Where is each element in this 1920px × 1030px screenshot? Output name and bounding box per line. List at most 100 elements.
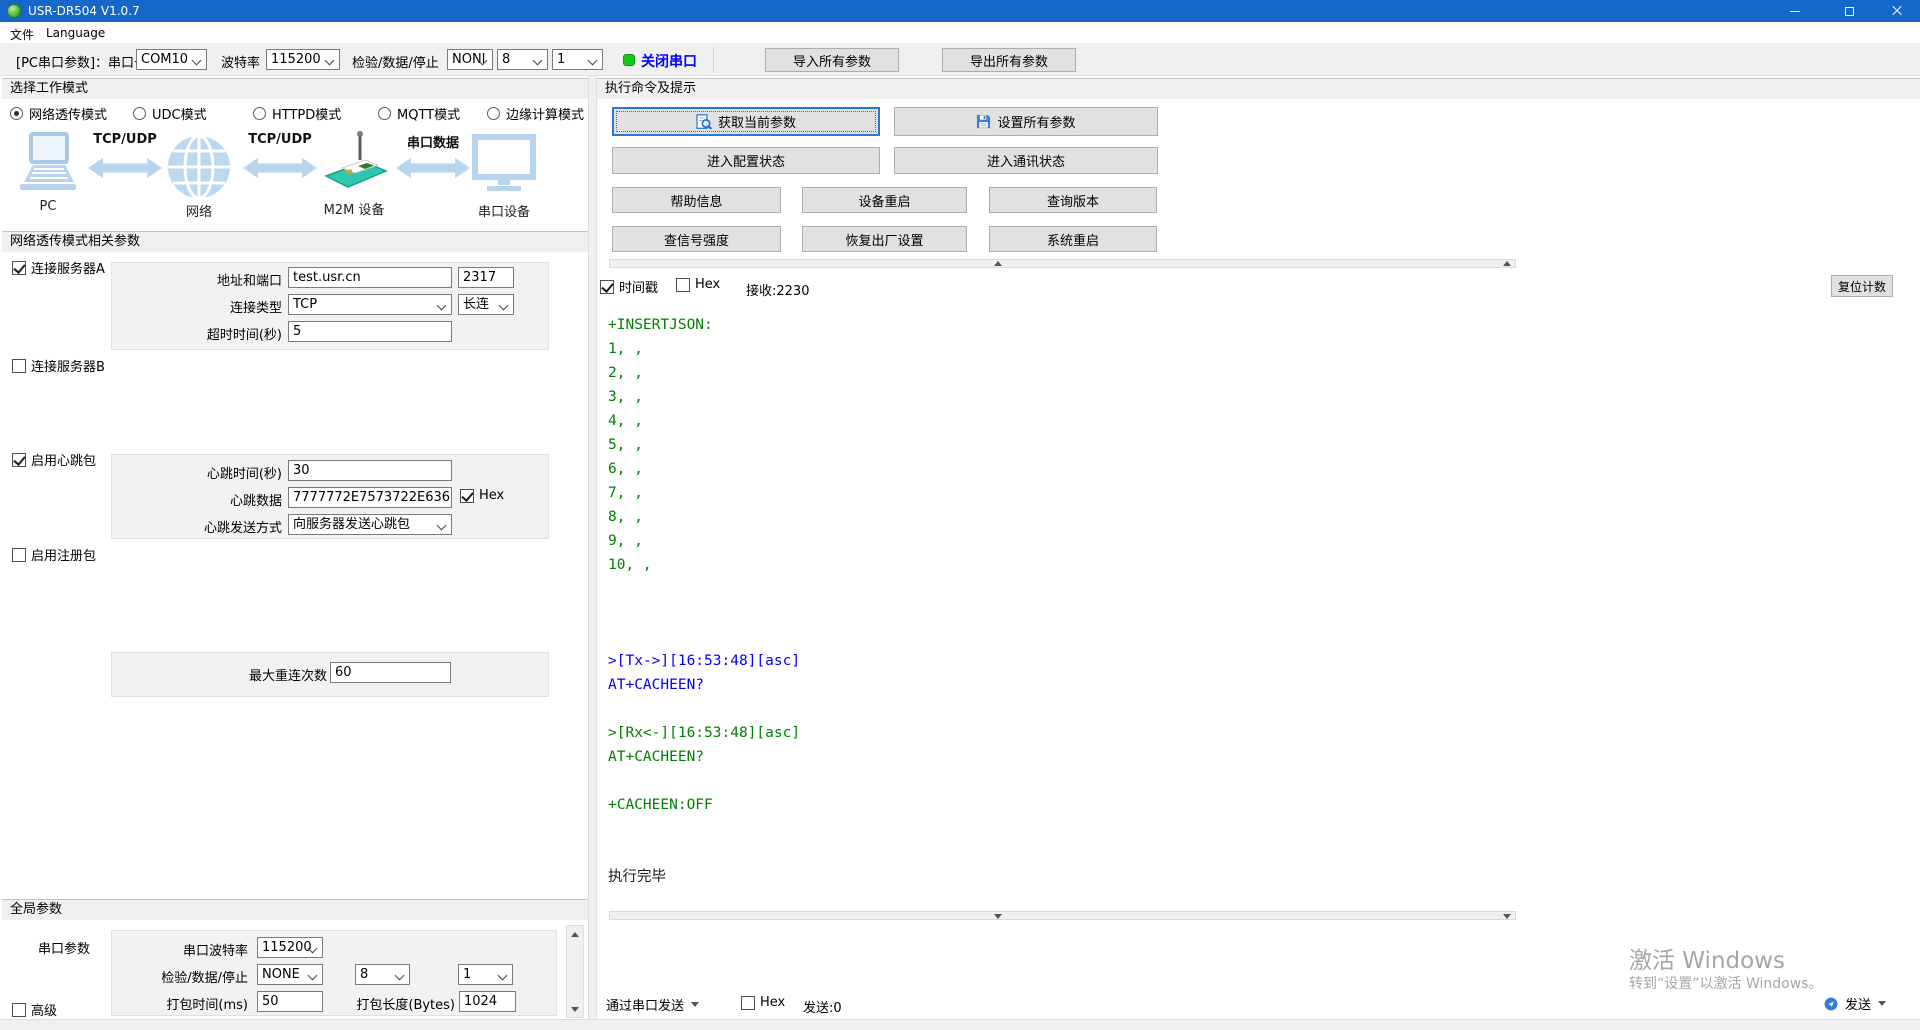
checkbox-box (460, 489, 474, 503)
get-params-button[interactable]: 获取当前参数 (612, 107, 880, 136)
timestamp-checkbox[interactable]: 时间戳 (600, 277, 658, 296)
recv-count-label: 接收:2230 (746, 280, 809, 299)
arrow-icon (396, 156, 470, 184)
help-button[interactable]: 帮助信息 (612, 187, 781, 213)
hb-mode-label: 心跳发送方式 (120, 517, 282, 536)
g-stopbits-select[interactable]: 1 (458, 964, 513, 985)
register-checkbox[interactable]: 启用注册包 (12, 545, 96, 564)
maximize-icon (1845, 7, 1854, 16)
set-params-button[interactable]: 设置所有参数 (894, 107, 1158, 136)
hb-time-input[interactable]: 30 (288, 460, 452, 481)
log-line: 10, , (608, 553, 1908, 577)
radio-httpd-mode[interactable]: HTTPD模式 (253, 104, 341, 123)
command-panel-header: 执行命令及提示 (597, 78, 1920, 99)
factory-reset-button[interactable]: 恢复出厂设置 (802, 226, 967, 252)
g-parity-select[interactable]: NONE (257, 964, 323, 985)
hb-hex-checkbox[interactable]: Hex (460, 488, 504, 503)
radio-edge-computing-mode[interactable]: 边缘计算模式 (487, 104, 584, 123)
enter-comm-button[interactable]: 进入通讯状态 (894, 147, 1158, 174)
radio-net-transparent-mode[interactable]: 网络透传模式 (10, 104, 107, 123)
keepalive-select[interactable]: 长连 (458, 294, 514, 315)
device-restart-button[interactable]: 设备重启 (802, 187, 967, 213)
com-port-select[interactable]: COM10 (136, 49, 207, 70)
minimize-icon (1790, 11, 1800, 12)
radio-label: 边缘计算模式 (506, 104, 584, 123)
import-params-button[interactable]: 导入所有参数 (765, 48, 899, 72)
export-params-button[interactable]: 导出所有参数 (942, 48, 1076, 72)
packlen-label: 打包长度(Bytes) (330, 994, 455, 1013)
reset-count-button[interactable]: 复位计数 (1831, 275, 1893, 297)
checkbox-label: 高级 (31, 1000, 57, 1019)
g-parity-label: 检验/数据/停止 (120, 967, 248, 986)
reconnect-input[interactable]: 60 (330, 662, 451, 683)
serial-node-label: 串口设备 (460, 201, 548, 220)
m2m-device-icon (318, 130, 390, 200)
log-hex-checkbox[interactable]: Hex (676, 277, 720, 292)
server-a-checkbox[interactable]: 连接服务器A (12, 258, 105, 277)
server-b-checkbox[interactable]: 连接服务器B (12, 356, 105, 375)
log-line: 7, , (608, 481, 1908, 505)
pc-node-label: PC (18, 199, 78, 214)
timeout-input[interactable]: 5 (288, 321, 452, 342)
network-node-label: 网络 (166, 201, 232, 220)
log-top-splitter[interactable] (609, 259, 1516, 268)
scroll-down-icon[interactable] (567, 1001, 583, 1017)
send-button[interactable]: 发送 (1824, 994, 1886, 1013)
send-hex-checkbox[interactable]: Hex (741, 995, 785, 1010)
radio-label: 网络透传模式 (29, 104, 107, 123)
reconnect-label: 最大重连次数 (165, 665, 327, 684)
splitter-arrow-icon (1503, 914, 1511, 919)
hb-data-input[interactable]: 7777772E7573722E636E (288, 487, 452, 508)
send-via-dropdown[interactable]: 通过串口发送 (606, 995, 699, 1014)
query-signal-button[interactable]: 查信号强度 (612, 226, 781, 252)
log-line (608, 841, 1908, 865)
checkbox-label: 启用心跳包 (31, 450, 96, 469)
checkbox-label: 时间戳 (619, 277, 658, 296)
checkbox-box (12, 453, 26, 467)
button-label: 设置所有参数 (997, 112, 1075, 131)
parity-label: 检验/数据/停止 (352, 52, 439, 71)
baud-select[interactable]: 115200 (266, 49, 340, 70)
g-baud-select[interactable]: 115200 (257, 937, 323, 958)
query-version-button[interactable]: 查询版本 (989, 187, 1157, 213)
hb-mode-select[interactable]: 向服务器发送心跳包 (288, 514, 452, 535)
checkbox-label: Hex (760, 995, 785, 1010)
link1-label: TCP/UDP (86, 132, 164, 147)
log-bottom-splitter[interactable] (609, 911, 1516, 920)
arrow-icon (86, 156, 164, 184)
close-port-button[interactable]: 关闭串口 (641, 51, 697, 71)
conn-type-select[interactable]: TCP (288, 294, 452, 315)
menu-language[interactable]: Language (42, 25, 109, 41)
radio-dot (253, 107, 266, 120)
enter-config-button[interactable]: 进入配置状态 (612, 147, 880, 174)
packlen-input[interactable]: 1024 (459, 991, 516, 1012)
system-restart-button[interactable]: 系统重启 (989, 226, 1157, 252)
checkbox-box (12, 1003, 26, 1017)
radio-udc-mode[interactable]: UDC模式 (133, 104, 207, 123)
server-port-input[interactable]: 2317 (458, 267, 514, 288)
maximize-button[interactable] (1826, 0, 1872, 22)
radio-label: UDC模式 (152, 104, 207, 123)
log-line (608, 601, 1908, 625)
databits-select[interactable]: 8 (497, 49, 548, 70)
minimize-button[interactable] (1772, 0, 1818, 22)
log-line: 5, , (608, 433, 1908, 457)
parity-select[interactable]: NONI (447, 49, 493, 70)
server-address-input[interactable]: test.usr.cn (288, 267, 452, 288)
radio-dot (133, 107, 146, 120)
g-databits-select[interactable]: 8 (355, 964, 410, 985)
radio-mqtt-mode[interactable]: MQTT模式 (378, 104, 460, 123)
heartbeat-checkbox[interactable]: 启用心跳包 (12, 450, 96, 469)
arrow-icon (242, 156, 318, 184)
log-area[interactable]: +INSERTJSON:1, ,2, ,3, ,4, ,5, ,6, ,7, ,… (608, 313, 1908, 908)
send-button-label: 发送 (1845, 994, 1871, 1013)
advanced-checkbox[interactable]: 高级 (12, 1000, 57, 1019)
packtime-input[interactable]: 50 (257, 991, 323, 1012)
left-panel-scrollbar[interactable] (566, 925, 584, 1018)
addr-label: 地址和端口 (120, 270, 282, 289)
scroll-up-icon[interactable] (567, 926, 583, 942)
serial-device-icon (472, 134, 536, 198)
stopbits-select[interactable]: 1 (552, 49, 603, 70)
menu-file[interactable]: 文件 (6, 25, 38, 44)
close-button[interactable] (1874, 0, 1920, 22)
